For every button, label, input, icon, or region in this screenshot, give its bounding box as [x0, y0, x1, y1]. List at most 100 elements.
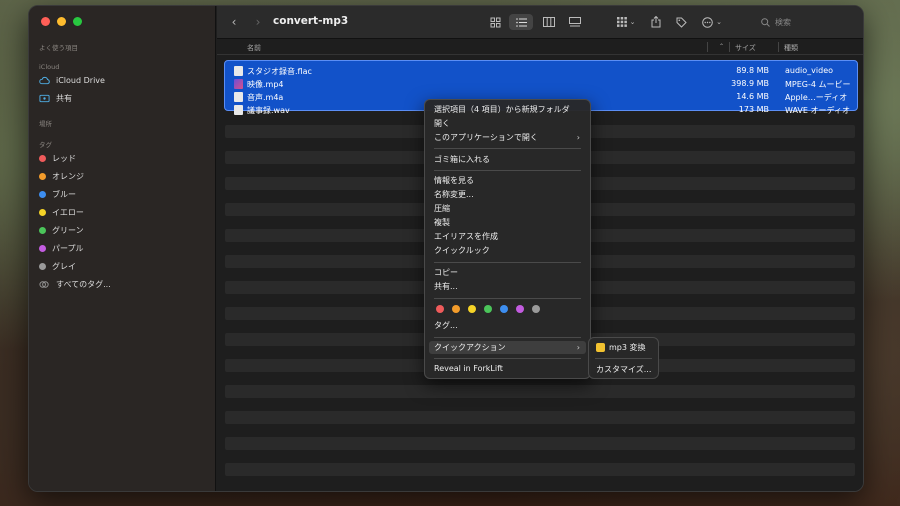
- search-field[interactable]: 検索: [755, 14, 855, 30]
- sidebar-all-tags[interactable]: すべてのタグ...: [39, 277, 111, 291]
- action-menu-icon[interactable]: ⌄: [699, 14, 725, 30]
- sidebar-item-shared[interactable]: 共有: [39, 91, 72, 105]
- sidebar-tag-purple[interactable]: パープル: [39, 241, 84, 255]
- cloud-icon: [39, 76, 50, 84]
- column-view-icon[interactable]: [539, 14, 559, 30]
- menu-item-reveal-forklift[interactable]: Reveal in ForkLift: [429, 362, 586, 375]
- file-kind: WAVE オーディオ: [785, 106, 850, 115]
- tag-color-orange[interactable]: [452, 305, 460, 313]
- tag-color-purple[interactable]: [516, 305, 524, 313]
- sidebar-tag-yellow[interactable]: イエロー: [39, 205, 84, 219]
- window-controls: [41, 17, 82, 26]
- minimize-button[interactable]: [57, 17, 66, 26]
- gallery-view-icon[interactable]: [565, 14, 585, 30]
- sidebar-item-label: 共有: [56, 93, 72, 103]
- sidebar-item-label: オレンジ: [52, 171, 84, 181]
- menu-item-rename[interactable]: 名称変更...: [429, 188, 586, 201]
- menu-separator: [434, 170, 581, 171]
- empty-row: [225, 411, 855, 424]
- chevron-right-icon: ›: [576, 343, 580, 352]
- file-size: 89.8 MB: [736, 66, 769, 75]
- menu-separator: [434, 262, 581, 263]
- tag-color-gray[interactable]: [532, 305, 540, 313]
- back-icon[interactable]: ‹: [227, 14, 241, 30]
- icloud-header: iCloud: [39, 63, 60, 71]
- tag-color-blue[interactable]: [500, 305, 508, 313]
- file-size: 398.9 MB: [731, 79, 769, 88]
- sidebar-item-label: グリーン: [52, 225, 84, 235]
- menu-separator: [434, 298, 581, 299]
- sidebar-tag-blue[interactable]: ブルー: [39, 187, 76, 201]
- icon-view-icon[interactable]: [485, 14, 505, 30]
- audio-file-icon: [234, 66, 243, 76]
- submenu-item-customize[interactable]: カスタマイズ...: [596, 363, 651, 376]
- chevron-right-icon: ›: [576, 133, 580, 142]
- forward-icon[interactable]: ›: [251, 14, 265, 30]
- file-name: スタジオ録音.flac: [247, 67, 312, 76]
- tag-dot-icon: [39, 190, 46, 198]
- menu-item-quick-look[interactable]: クイックルック: [429, 244, 586, 257]
- sidebar: よく使う項目 iCloud iCloud Drive 共有 場所 タグ レッド …: [29, 6, 216, 491]
- menu-item-tags[interactable]: タグ...: [429, 319, 586, 332]
- menu-item-trash[interactable]: ゴミ箱に入れる: [429, 153, 586, 166]
- window-title: convert-mp3: [273, 15, 349, 27]
- menu-item-copy[interactable]: コピー: [429, 266, 586, 279]
- menu-item-label: このアプリケーションで開く: [434, 133, 538, 142]
- submenu-item-label: mp3 変換: [609, 343, 646, 352]
- menu-item-duplicate[interactable]: 複製: [429, 216, 586, 229]
- menu-separator: [434, 148, 581, 149]
- sidebar-tag-orange[interactable]: オレンジ: [39, 169, 84, 183]
- sort-chevron-icon: ⌃: [719, 43, 725, 50]
- tag-color-yellow[interactable]: [468, 305, 476, 313]
- menu-item-new-folder[interactable]: 選択項目（4 項目）から新規フォルダ: [429, 103, 586, 116]
- sidebar-item-icloud-drive[interactable]: iCloud Drive: [39, 73, 105, 87]
- list-view-icon[interactable]: [509, 14, 533, 30]
- sidebar-tag-gray[interactable]: グレイ: [39, 259, 76, 273]
- tag-color-green[interactable]: [484, 305, 492, 313]
- menu-item-open[interactable]: 開く: [429, 117, 586, 130]
- column-size[interactable]: サイズ: [735, 43, 756, 53]
- close-button[interactable]: [41, 17, 50, 26]
- group-by-icon[interactable]: ⌄: [613, 14, 639, 30]
- share-icon[interactable]: [647, 14, 665, 30]
- table-row[interactable]: スタジオ録音.flac 89.8 MB audio_video: [225, 65, 857, 77]
- tag-dot-icon: [39, 262, 46, 270]
- menu-item-share[interactable]: 共有...: [429, 280, 586, 293]
- tag-color-red[interactable]: [436, 305, 444, 313]
- sidebar-tag-green[interactable]: グリーン: [39, 223, 84, 237]
- tag-dot-icon: [39, 244, 46, 252]
- context-menu: 選択項目（4 項目）から新規フォルダ 開く このアプリケーションで開く › ゴミ…: [424, 99, 591, 379]
- file-size: 14.6 MB: [736, 92, 769, 101]
- table-row[interactable]: 映像.mp4 398.9 MB MPEG-4 ムービー: [225, 78, 857, 90]
- tag-color-picker: [436, 305, 540, 313]
- file-name: 映像.mp4: [247, 80, 284, 89]
- menu-item-label: クイックアクション: [434, 343, 506, 352]
- tag-dot-icon: [39, 208, 46, 216]
- column-name[interactable]: 名前: [247, 43, 261, 53]
- column-kind[interactable]: 種類: [784, 43, 798, 53]
- sidebar-tag-red[interactable]: レッド: [39, 151, 76, 165]
- search-icon: [761, 17, 770, 27]
- finder-window: よく使う項目 iCloud iCloud Drive 共有 場所 タグ レッド …: [28, 5, 864, 492]
- tag-icon[interactable]: [672, 14, 690, 30]
- audio-file-icon: [234, 105, 243, 115]
- zoom-button[interactable]: [73, 17, 82, 26]
- sidebar-item-label: レッド: [52, 153, 76, 163]
- menu-item-quick-actions[interactable]: クイックアクション ›: [429, 341, 586, 354]
- submenu-item-mp3[interactable]: mp3 変換: [596, 341, 646, 354]
- all-tags-icon: [39, 280, 49, 288]
- file-size: 173 MB: [738, 105, 769, 114]
- menu-item-compress[interactable]: 圧縮: [429, 202, 586, 215]
- menu-item-alias[interactable]: エイリアスを作成: [429, 230, 586, 243]
- search-input[interactable]: 検索: [775, 17, 791, 28]
- audio-file-icon: [234, 92, 243, 102]
- menu-item-open-with[interactable]: このアプリケーションで開く ›: [429, 131, 586, 144]
- menu-item-get-info[interactable]: 情報を見る: [429, 174, 586, 187]
- empty-row: [225, 463, 855, 476]
- tag-dot-icon: [39, 154, 46, 162]
- tag-dot-icon: [39, 226, 46, 234]
- tags-header: タグ: [39, 141, 52, 149]
- file-name: 議事録.wav: [247, 106, 290, 115]
- file-kind: Apple…ーディオ: [785, 93, 848, 102]
- sidebar-item-label: イエロー: [52, 207, 84, 217]
